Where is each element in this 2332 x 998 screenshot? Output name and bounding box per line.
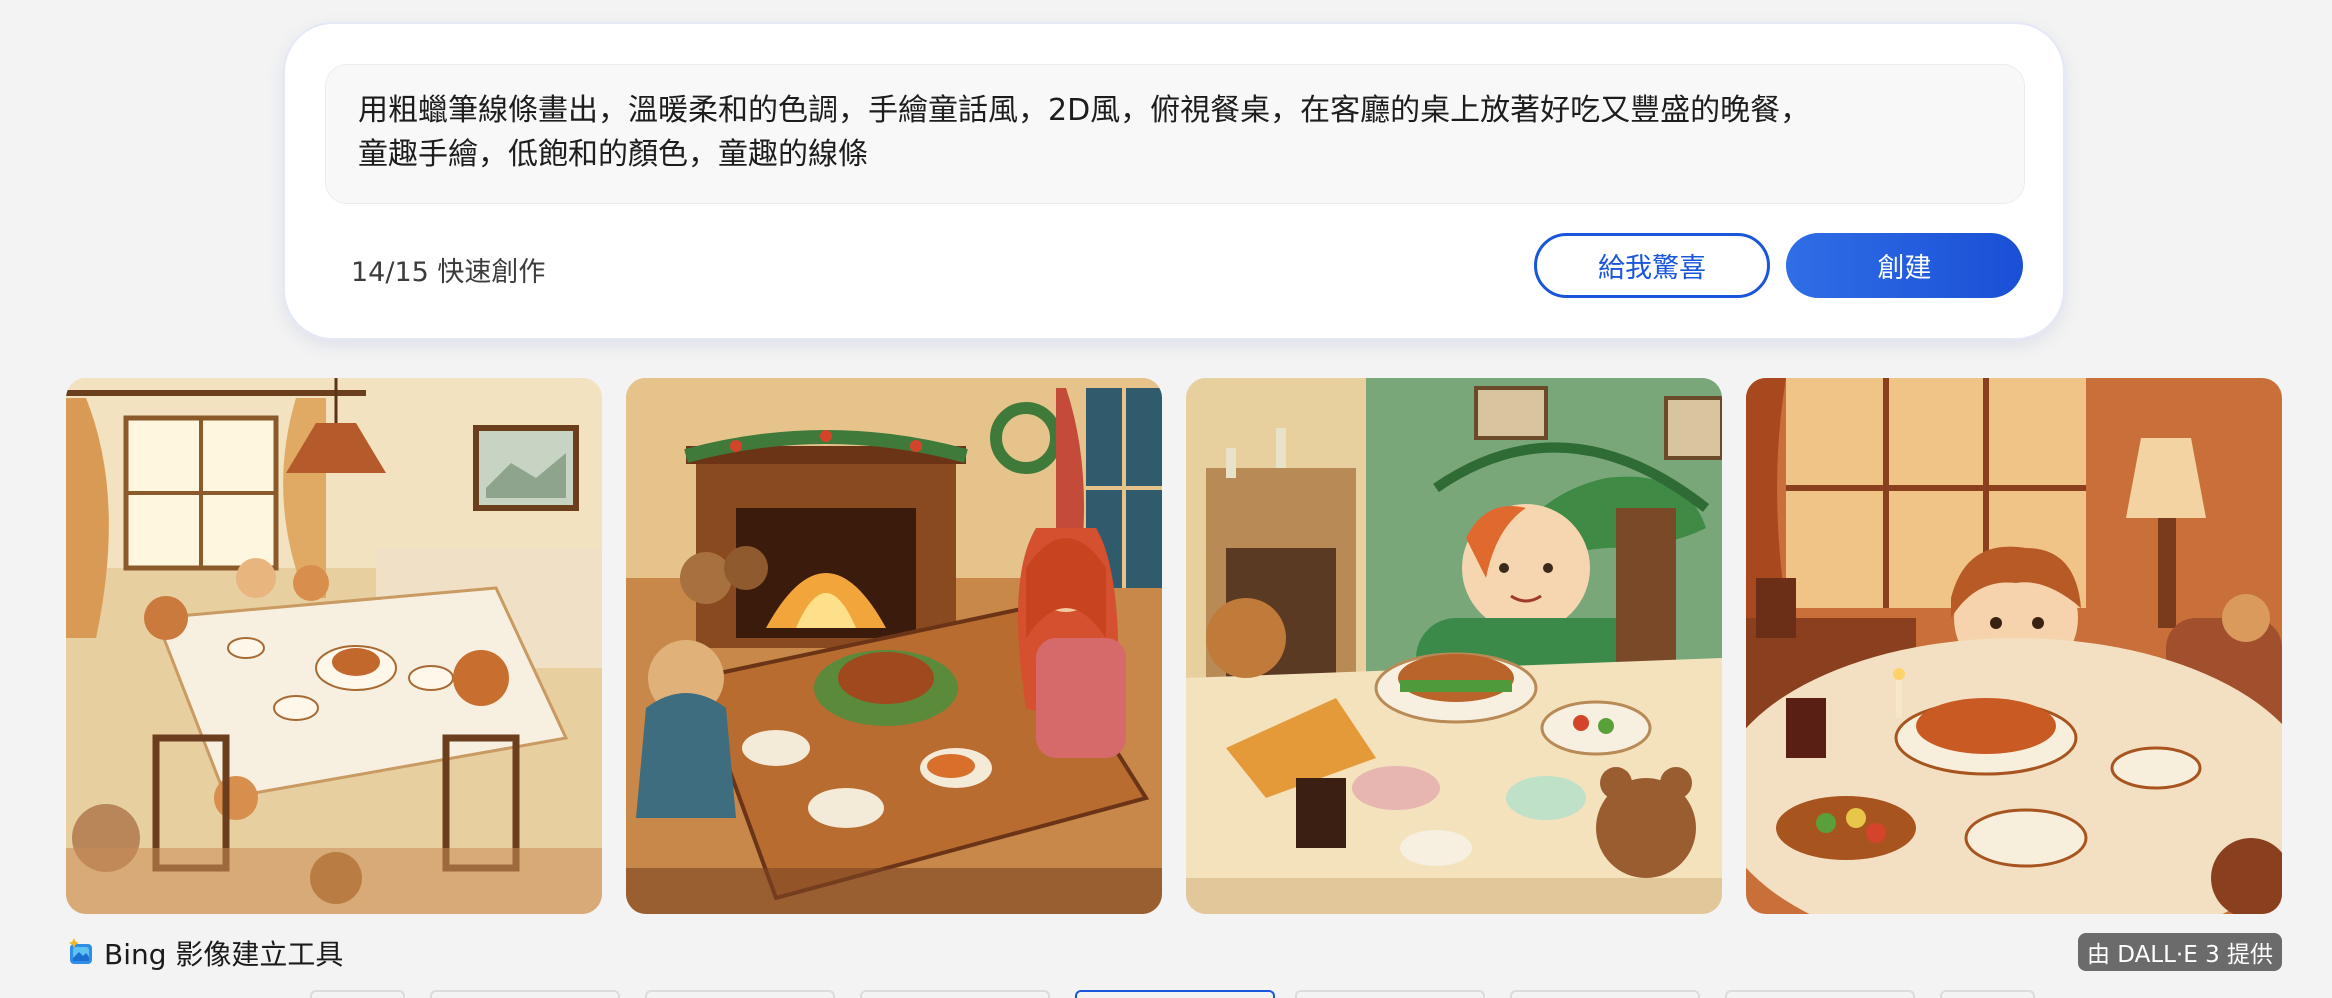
partial-row-item bbox=[1725, 990, 1915, 998]
prompt-input[interactable]: 用粗蠟筆線條畫出，溫暖柔和的色調，手繪童話風，2D風，俯視餐桌，在客廳的桌上放著… bbox=[325, 64, 2025, 204]
dinner-illustration-1 bbox=[66, 378, 602, 914]
partial-row-item bbox=[645, 990, 835, 998]
partial-row-item bbox=[1510, 990, 1700, 998]
generated-image-4[interactable] bbox=[1746, 378, 2282, 914]
partial-row-item bbox=[1940, 990, 2035, 998]
create-button[interactable]: 創建 bbox=[1786, 233, 2023, 298]
prompt-card: 用粗蠟筆線條畫出，溫暖柔和的色調，手繪童話風，2D風，俯視餐桌，在客廳的桌上放著… bbox=[285, 24, 2063, 338]
dinner-illustration-3 bbox=[1186, 378, 1722, 914]
generated-image-2[interactable] bbox=[626, 378, 1162, 914]
surprise-me-button[interactable]: 給我驚喜 bbox=[1534, 233, 1770, 298]
bing-image-creator-brand[interactable]: Bing 影像建立工具 bbox=[66, 934, 343, 972]
image-creator-sparkle-icon bbox=[66, 936, 96, 971]
boost-counter: 14/15 快速創作 bbox=[351, 257, 546, 288]
dinner-illustration-2 bbox=[626, 378, 1162, 914]
partial-row-item-selected bbox=[1075, 990, 1275, 998]
dinner-illustration-4 bbox=[1746, 378, 2282, 914]
partial-row-item bbox=[1295, 990, 1485, 998]
generated-image-3[interactable] bbox=[1186, 378, 1722, 914]
powered-by-dalle-badge: 由 DALL·E 3 提供 bbox=[2078, 933, 2282, 971]
partial-row-item bbox=[430, 990, 620, 998]
generated-image-1[interactable] bbox=[66, 378, 602, 914]
partial-row-item bbox=[860, 990, 1050, 998]
brand-label: Bing 影像建立工具 bbox=[104, 938, 344, 971]
partial-row-item bbox=[310, 990, 405, 998]
generated-images-grid bbox=[66, 378, 2282, 914]
